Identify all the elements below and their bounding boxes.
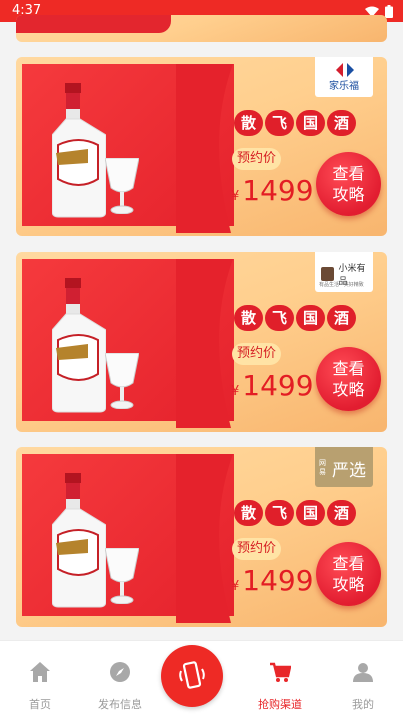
nav-item-home[interactable]: 首页: [0, 641, 80, 718]
product-card-partial[interactable]: [16, 15, 387, 42]
home-icon: [30, 662, 50, 682]
price: ¥1499: [231, 174, 314, 207]
price-label: 预约价: [232, 343, 282, 365]
liquor-bottle-image: [52, 473, 106, 608]
liquor-cup-image: [105, 353, 139, 409]
product-title: 散 飞 国 酒: [234, 305, 356, 331]
product-title: 散 飞 国 酒: [234, 110, 356, 136]
compass-icon: [110, 662, 130, 682]
store-logo-carrefour: 家乐福: [315, 57, 373, 97]
store-prefix: 网易: [319, 459, 326, 476]
cta-line: 攻略: [332, 575, 365, 594]
product-card[interactable]: 家乐福 散 飞 国 酒 预约价 ¥1499 查看 攻略: [16, 57, 387, 236]
price-value: 1499: [242, 564, 314, 597]
cta-line: 查看: [332, 554, 365, 573]
liquor-bottle-image: [52, 83, 106, 218]
nav-label: 我的: [352, 698, 374, 711]
title-char: 飞: [265, 500, 294, 526]
store-name: 严选: [332, 461, 366, 481]
cart-icon: [270, 662, 291, 682]
nav-label: 首页: [29, 698, 51, 711]
product-title: 散 飞 国 酒: [234, 500, 356, 526]
liquor-cup-image: [105, 158, 139, 214]
liquor-bottle-image: [52, 278, 106, 413]
liquor-cup-image: [105, 548, 139, 604]
title-char: 酒: [327, 305, 356, 331]
currency: ¥: [231, 189, 240, 204]
user-icon: [353, 663, 373, 682]
title-char: 散: [234, 305, 263, 331]
title-char: 酒: [327, 500, 356, 526]
store-logo-xiaomi-youpin: 小米有品 有品生活 · 美好精致: [315, 252, 373, 292]
price-value: 1499: [242, 369, 314, 402]
card-red-panel: [16, 15, 171, 33]
title-char: 国: [296, 110, 325, 136]
store-logo-netease-yanxuan: 网易 严选: [315, 447, 373, 487]
title-char: 散: [234, 500, 263, 526]
cta-line: 攻略: [332, 185, 365, 204]
store-tagline: 有品生活 · 美好精致: [319, 282, 364, 288]
cta-line: 查看: [332, 164, 365, 183]
product-card[interactable]: 网易 严选 散 飞 国 酒 预约价 ¥1499 查看 攻略: [16, 447, 387, 627]
currency: ¥: [231, 384, 240, 399]
youpin-logo-icon: [321, 267, 335, 281]
battery-icon: [385, 5, 393, 18]
store-name: 家乐福: [329, 81, 359, 92]
nav-item-publish[interactable]: 发布信息: [80, 641, 160, 718]
title-char: 散: [234, 110, 263, 136]
title-char: 国: [296, 305, 325, 331]
title-char: 飞: [265, 305, 294, 331]
view-guide-button[interactable]: 查看 攻略: [316, 347, 381, 411]
nav-label: 抢购渠道: [258, 698, 302, 711]
price-label: 预约价: [232, 538, 282, 560]
nav-label: 发布信息: [98, 698, 142, 711]
nav-item-channels[interactable]: 抢购渠道: [240, 641, 320, 718]
currency: ¥: [231, 579, 240, 594]
product-card[interactable]: 小米有品 有品生活 · 美好精致 散 飞 国 酒 预约价 ¥1499 查看 攻略: [16, 252, 387, 432]
title-char: 酒: [327, 110, 356, 136]
view-guide-button[interactable]: 查看 攻略: [316, 542, 381, 606]
phone-shake-icon: [179, 661, 205, 689]
price: ¥1499: [231, 564, 314, 597]
price-label: 预约价: [232, 148, 282, 170]
center-action-button[interactable]: [161, 645, 223, 707]
price-value: 1499: [242, 174, 314, 207]
title-char: 国: [296, 500, 325, 526]
cta-line: 攻略: [332, 380, 365, 399]
nav-item-profile[interactable]: 我的: [323, 641, 403, 718]
view-guide-button[interactable]: 查看 攻略: [316, 152, 381, 216]
cta-line: 查看: [332, 359, 365, 378]
title-char: 飞: [265, 110, 294, 136]
price: ¥1499: [231, 369, 314, 402]
